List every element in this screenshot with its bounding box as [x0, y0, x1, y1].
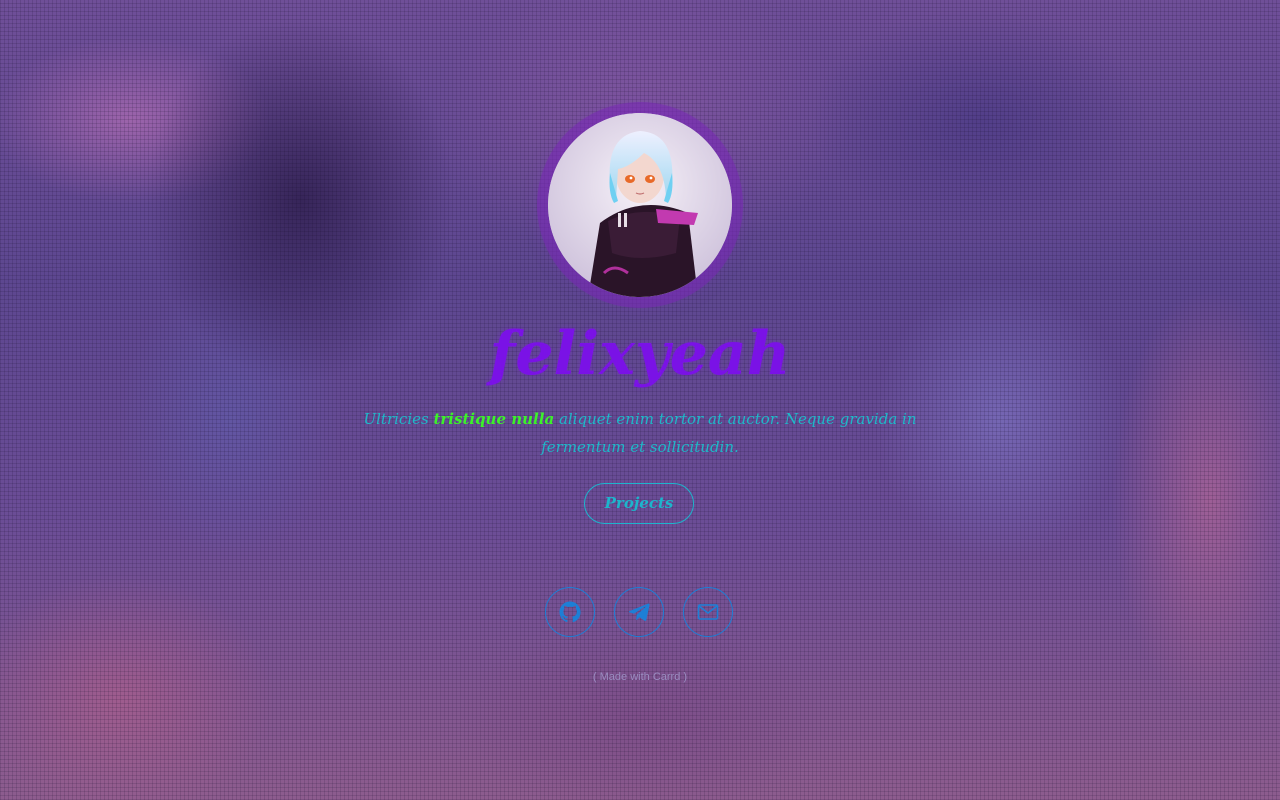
telegram-link[interactable] — [614, 587, 664, 637]
description-text-end: aliquet enim tortor at auctor. Neque gra… — [541, 410, 917, 456]
envelope-icon — [697, 604, 719, 620]
description-highlight: tristique nulla — [433, 410, 555, 428]
avatar-illustration — [548, 113, 732, 297]
profile-description: Ultricies tristique nulla aliquet enim t… — [340, 405, 940, 461]
page-title: felixyeah — [489, 319, 791, 389]
projects-button[interactable]: Projects — [584, 483, 694, 524]
github-link[interactable] — [545, 587, 595, 637]
description-text-start: Ultricies — [363, 410, 434, 428]
main-content: felixyeah Ultricies tristique nulla aliq… — [0, 0, 1280, 800]
made-with-carrd-link[interactable]: ( Made with Carrd ) — [0, 669, 1280, 685]
telegram-icon — [629, 603, 650, 622]
email-link[interactable] — [683, 587, 733, 637]
avatar — [548, 113, 732, 297]
github-icon — [559, 601, 581, 623]
